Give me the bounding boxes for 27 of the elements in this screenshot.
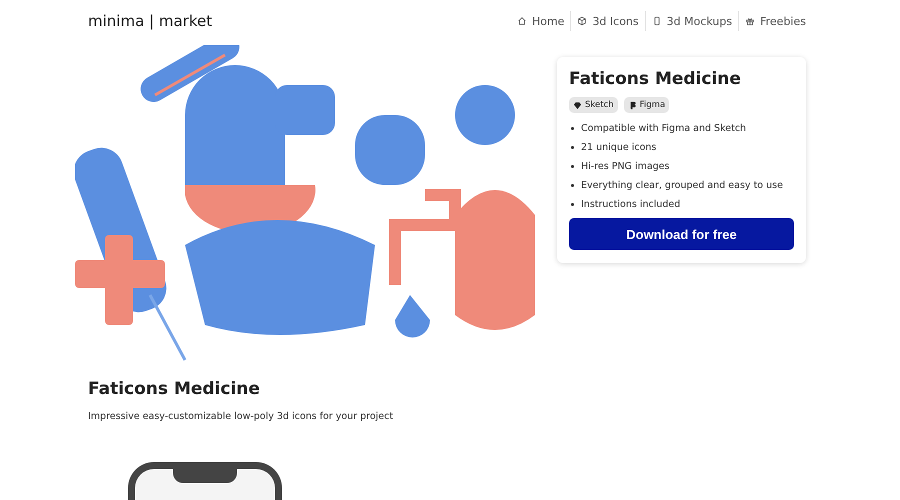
nav-link[interactable]: Home bbox=[516, 14, 564, 28]
feature-item: Instructions included bbox=[581, 199, 680, 210]
bullet-icon bbox=[571, 146, 574, 149]
phone-icon bbox=[652, 16, 662, 26]
cube-icon bbox=[577, 16, 588, 26]
nav-link[interactable]: Freebies bbox=[745, 14, 806, 28]
site-logo[interactable]: minima | market bbox=[88, 12, 212, 30]
feature-item: Hi-res PNG images bbox=[581, 161, 670, 172]
diamond-icon bbox=[573, 100, 582, 110]
home-icon bbox=[516, 16, 527, 26]
bullet-icon bbox=[571, 165, 574, 168]
feature-item: Everything clear, grouped and easy to use bbox=[581, 180, 783, 191]
gift-icon bbox=[745, 16, 756, 26]
bullet-icon bbox=[571, 184, 574, 187]
feature-item: 21 unique icons bbox=[581, 142, 656, 153]
bullet-icon bbox=[571, 127, 574, 130]
card-title: Faticons Medicine bbox=[569, 69, 742, 89]
download-button[interactable]: Download for free bbox=[569, 218, 794, 250]
product-title: Faticons Medicine bbox=[88, 379, 261, 399]
figma-icon bbox=[628, 100, 637, 110]
tag-badge: Figma bbox=[624, 97, 670, 113]
nav-link[interactable]: 3d Mockups bbox=[652, 14, 732, 28]
tag-badge: Sketch bbox=[569, 97, 618, 113]
product-description: Impressive easy-customizable low-poly 3d icons for your project bbox=[88, 411, 394, 422]
feature-item: Compatible with Figma and Sketch bbox=[581, 123, 746, 134]
nav-link[interactable]: 3d Icons bbox=[577, 14, 639, 28]
bullet-icon bbox=[571, 203, 574, 206]
